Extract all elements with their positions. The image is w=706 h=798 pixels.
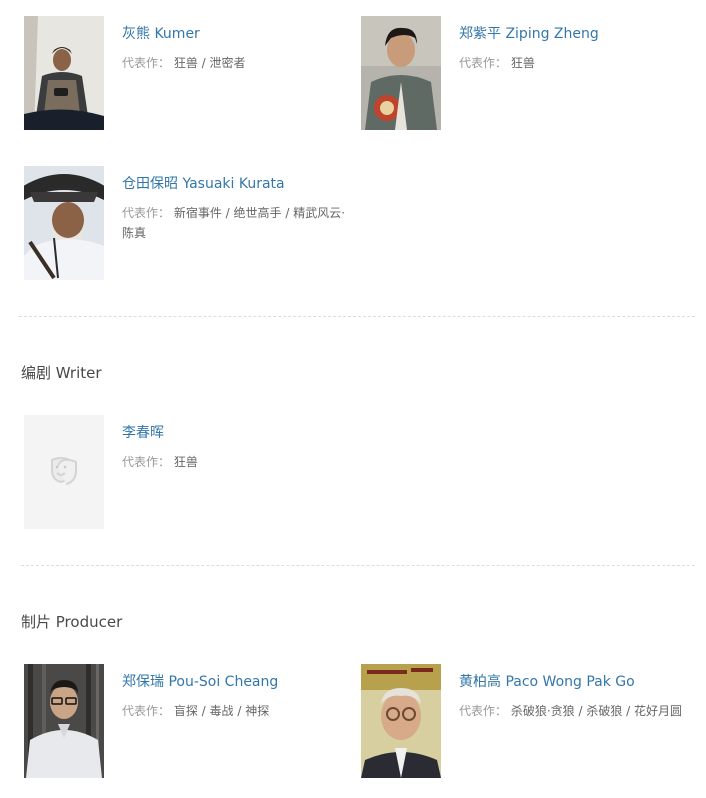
person-name-link[interactable]: 郑紫平 Ziping Zheng (459, 24, 599, 44)
person-card-ziping-zheng: 郑紫平 Ziping Zheng 代表作： 狂兽 (361, 16, 681, 132)
person-name-link[interactable]: 郑保瑞 Pou-Soi Cheang (122, 672, 278, 692)
person-name-link[interactable]: 李春晖 (122, 423, 164, 443)
section-title-writer: 编剧 Writer (21, 364, 102, 382)
section-title-producer: 制片 Producer (21, 613, 123, 631)
representative-works: 代表作： 盲探 / 毒战 / 神探 (122, 701, 352, 721)
person-photo-placeholder[interactable] (24, 415, 104, 529)
person-photo[interactable] (24, 166, 104, 280)
works-list: 狂兽 (510, 56, 535, 70)
representative-works: 代表作： 杀破狼·贪狼 / 杀破狼 / 花好月圆 (459, 701, 689, 721)
works-list: 杀破狼·贪狼 / 杀破狼 / 花好月圆 (510, 704, 683, 718)
works-label: 代表作： (122, 206, 171, 220)
person-photo[interactable] (24, 664, 104, 778)
works-label: 代表作： (122, 704, 171, 718)
person-photo[interactable] (24, 16, 104, 130)
representative-works: 代表作： 狂兽 / 泄密者 (122, 53, 352, 73)
person-card-pou-soi-cheang: 郑保瑞 Pou-Soi Cheang 代表作： 盲探 / 毒战 / 神探 (24, 664, 344, 780)
works-label: 代表作： (122, 455, 171, 469)
works-list: 狂兽 (173, 455, 198, 469)
person-card-li-chunhui: 李春晖 代表作： 狂兽 (24, 415, 344, 531)
works-label: 代表作： (122, 56, 171, 70)
person-name-link[interactable]: 仓田保昭 Yasuaki Kurata (122, 174, 285, 194)
person-name-link[interactable]: 灰熊 Kumer (122, 24, 200, 44)
person-photo[interactable] (361, 664, 441, 778)
person-card-kumer: 灰熊 Kumer 代表作： 狂兽 / 泄密者 (24, 16, 344, 132)
person-name-link[interactable]: 黄柏高 Paco Wong Pak Go (459, 672, 635, 692)
person-card-paco-wong-pak-go: 黄柏高 Paco Wong Pak Go 代表作： 杀破狼·贪狼 / 杀破狼 /… (361, 664, 682, 780)
works-label: 代表作： (459, 56, 508, 70)
representative-works: 代表作： 狂兽 (459, 53, 689, 73)
theater-masks-icon (24, 415, 104, 529)
works-list: 狂兽 / 泄密者 (173, 56, 246, 70)
section-divider (21, 565, 695, 566)
works-label: 代表作： (459, 704, 508, 718)
works-list: 盲探 / 毒战 / 神探 (173, 704, 270, 718)
section-divider (19, 316, 695, 317)
person-card-yasuaki-kurata: 仓田保昭 Yasuaki Kurata 代表作： 新宿事件 / 绝世高手 / 精… (24, 166, 345, 282)
representative-works: 代表作： 新宿事件 / 绝世高手 / 精武风云·陈真 (122, 203, 352, 243)
person-photo[interactable] (361, 16, 441, 130)
representative-works: 代表作： 狂兽 (122, 452, 352, 472)
